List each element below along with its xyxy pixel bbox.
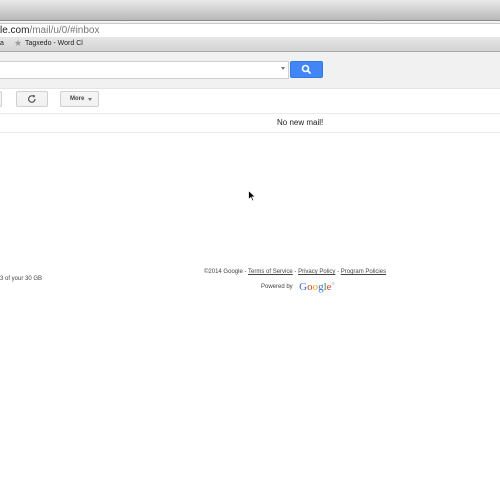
privacy-link[interactable]: Privacy Policy: [298, 269, 335, 275]
empty-inbox-message: No new mail!: [277, 118, 324, 127]
search-input[interactable]: [0, 61, 289, 79]
bookmarks-bar: a ★ Tagxedo - Word Cl: [0, 37, 500, 52]
more-button[interactable]: More: [60, 91, 99, 107]
logo-letter: G: [299, 280, 308, 293]
url-host: le.com: [0, 25, 30, 36]
gmail-header: [0, 52, 500, 89]
bookmark-item[interactable]: a: [0, 37, 4, 51]
mouse-pointer-icon: [248, 190, 257, 202]
window-titlebar: [0, 0, 500, 21]
address-bar-row: le.com/mail/u/0/#inbox: [0, 21, 500, 38]
more-button-label: More: [70, 96, 85, 102]
powered-by: Powered by Google®: [261, 278, 335, 293]
google-logo: Google®: [299, 281, 334, 293]
refresh-icon: [28, 94, 36, 103]
bookmark-item-tagxedo[interactable]: Tagxedo - Word Cl: [25, 37, 83, 51]
search-icon: [301, 64, 311, 74]
search-options-caret-icon[interactable]: [281, 67, 285, 70]
bookmark-star-icon: ★: [14, 38, 23, 48]
storage-usage: 3 of your 30 GB: [0, 276, 43, 282]
terms-link[interactable]: Terms of Service: [248, 269, 293, 275]
search-button[interactable]: [290, 61, 323, 78]
mail-toolbar: More: [0, 88, 500, 114]
program-policies-link[interactable]: Program Policies: [341, 269, 386, 275]
url-path: /mail/u/0/#inbox: [29, 25, 100, 36]
refresh-button[interactable]: [16, 91, 48, 107]
footer-links: ©2014 Google - Terms of Service - Privac…: [204, 268, 404, 276]
select-all-button[interactable]: [0, 91, 2, 107]
copyright-text: ©2014 Google: [204, 269, 243, 275]
trademark-mark: ®: [331, 280, 335, 286]
empty-inbox-row: No new mail!: [0, 113, 500, 133]
dropdown-caret-icon: [88, 98, 92, 101]
address-bar[interactable]: le.com/mail/u/0/#inbox: [0, 23, 500, 38]
powered-by-text: Powered by: [261, 283, 293, 290]
